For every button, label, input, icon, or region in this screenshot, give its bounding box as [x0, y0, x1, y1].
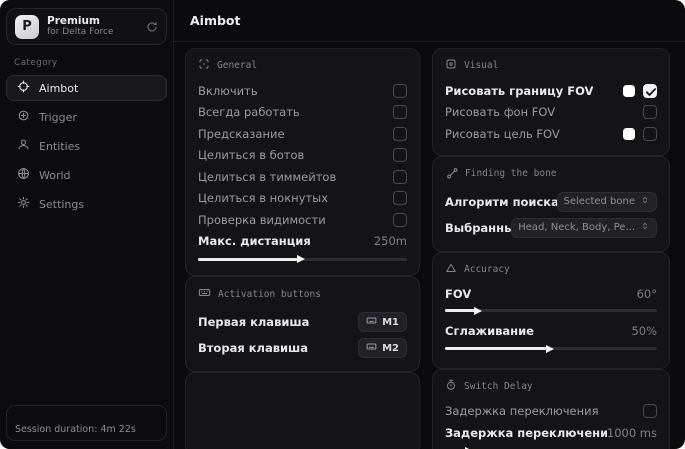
panel-general-title: General [198, 58, 407, 73]
brand-card: P Premium for Delta Force [6, 8, 167, 45]
chevrons-up-down-icon [640, 221, 650, 234]
panel-activation-buttons: Activation buttons Первая клавиша M1 Вто… [185, 276, 420, 372]
brand-logo: P [15, 14, 39, 39]
chevrons-up-down-icon [640, 195, 650, 208]
switch-delay-ms-row: Задержка переключения (мс) 1000 ms [445, 426, 657, 440]
fov-value: 60° [636, 286, 657, 301]
checkbox[interactable] [393, 191, 407, 206]
bone-algorithm-row: Алгоритм поиска кости Selected bone [445, 189, 657, 215]
crosshair-icon [17, 80, 30, 96]
slider-thumb[interactable] [473, 306, 482, 315]
panel-finding-bone: Finding the bone Алгоритм поиска кости S… [432, 155, 670, 252]
sidebar-item-settings[interactable]: Settings [6, 191, 167, 217]
second-key-row: Вторая клавиша M2 [198, 335, 407, 361]
color-swatch[interactable] [623, 127, 635, 140]
toggle-row-target-teammates: Целиться в тиммейтов [198, 166, 407, 188]
draw-fov-background-row: Рисовать фон FOV [445, 102, 657, 124]
category-label: Category [14, 58, 58, 68]
sidebar: P Premium for Delta Force Category Aimbo… [0, 0, 174, 449]
page-title: Aimbot [190, 13, 241, 28]
slider-thumb[interactable] [297, 255, 306, 263]
panel-switch-delay: Switch Delay Задержка переключения Задер… [432, 368, 670, 449]
sidebar-item-label: Entities [39, 139, 81, 153]
bone-icon [445, 166, 458, 182]
checkbox[interactable] [643, 83, 657, 98]
checkbox[interactable] [643, 126, 657, 141]
panel-empty [185, 372, 420, 449]
panel-accuracy: Accuracy FOV 60° Сглаживание 50% [432, 251, 670, 369]
smoothing-value: 50% [631, 323, 657, 338]
checkbox[interactable] [393, 83, 407, 98]
scan-icon [198, 58, 210, 73]
keyboard-icon [198, 286, 211, 302]
trigger-icon [17, 109, 30, 125]
smoothing-slider[interactable] [445, 343, 657, 355]
slider-thumb[interactable] [545, 344, 554, 353]
sidebar-item-label: World [39, 168, 71, 182]
triangle-icon [445, 262, 457, 277]
sidebar-item-label: Settings [39, 197, 85, 211]
toggle-row-always-work: Всегда работать [198, 102, 407, 124]
session-duration: Session duration: 4m 22s [6, 405, 167, 441]
toggle-row-visibility-check: Проверка видимости [198, 209, 407, 231]
stopwatch-icon [445, 379, 457, 394]
fov-slider[interactable] [445, 305, 657, 317]
keyboard-icon [366, 315, 377, 329]
panel-activation-title: Activation buttons [198, 286, 407, 302]
main-area: Aimbot General Включить Всегда работать [174, 0, 685, 449]
sidebar-item-label: Aimbot [39, 81, 79, 95]
brand-subtitle: for Delta Force [47, 27, 114, 38]
main-header: Aimbot [174, 0, 685, 42]
panel-accuracy-title: Accuracy [445, 262, 657, 277]
app-window: P Premium for Delta Force Category Aimbo… [0, 0, 685, 449]
first-key-button[interactable]: M1 [358, 312, 407, 332]
selected-bones-select[interactable]: Head, Neck, Body, Pe... [511, 217, 657, 238]
smoothing-slider-group: Сглаживание 50% [445, 320, 657, 355]
max-distance-row: Макс. дистанция 250m [198, 234, 407, 249]
gear-icon [17, 196, 30, 212]
checkbox[interactable] [393, 126, 407, 141]
sidebar-item-trigger[interactable]: Trigger [6, 104, 167, 130]
sidebar-item-aimbot[interactable]: Aimbot [6, 75, 167, 101]
toggle-row-target-knocked: Целиться в нокнутых [198, 188, 407, 210]
second-key-button[interactable]: M2 [358, 338, 407, 358]
toggle-row-target-bots: Целиться в ботов [198, 145, 407, 167]
sidebar-item-entities[interactable]: Entities [6, 133, 167, 159]
panel-delay-title: Switch Delay [445, 379, 657, 394]
checkbox[interactable] [393, 212, 407, 227]
checkbox[interactable] [643, 105, 657, 120]
checkbox[interactable] [393, 169, 407, 184]
keyboard-icon [366, 341, 377, 355]
selected-bones-row: Выбранные кости Head, Neck, Body, Pe... [445, 215, 657, 241]
checkbox[interactable] [393, 148, 407, 163]
first-key-row: Первая клавиша M1 [198, 309, 407, 335]
color-swatch[interactable] [623, 84, 635, 97]
sidebar-item-world[interactable]: World [6, 162, 167, 188]
bone-algorithm-select[interactable]: Selected bone [556, 191, 657, 212]
sidebar-item-label: Trigger [39, 110, 77, 124]
refresh-icon[interactable] [146, 21, 158, 33]
switch-delay-toggle-row: Задержка переключения [445, 401, 657, 423]
checkbox[interactable] [393, 105, 407, 120]
panel-visual-title: Visual [445, 58, 657, 73]
eye-icon [445, 58, 457, 73]
panel-bone-title: Finding the bone [445, 166, 657, 182]
toggle-row-enable: Включить [198, 80, 407, 102]
globe-icon [17, 167, 30, 183]
entities-icon [17, 138, 30, 154]
max-distance-slider[interactable] [198, 253, 407, 265]
brand-title: Premium [47, 15, 100, 28]
panel-general: General Включить Всегда работать Предска… [185, 48, 420, 276]
draw-fov-border-row: Рисовать границу FOV [445, 80, 657, 102]
switch-delay-slider[interactable] [445, 445, 657, 449]
draw-fov-target-row: Рисовать цель FOV [445, 123, 657, 145]
max-distance-value: 250m [373, 234, 407, 249]
toggle-row-prediction: Предсказание [198, 123, 407, 145]
fov-slider-group: FOV 60° [445, 284, 657, 317]
panel-visual: Visual Рисовать границу FOV Рисовать фон… [432, 48, 670, 156]
checkbox[interactable] [643, 404, 657, 419]
switch-delay-value: 1000 ms [606, 426, 657, 440]
